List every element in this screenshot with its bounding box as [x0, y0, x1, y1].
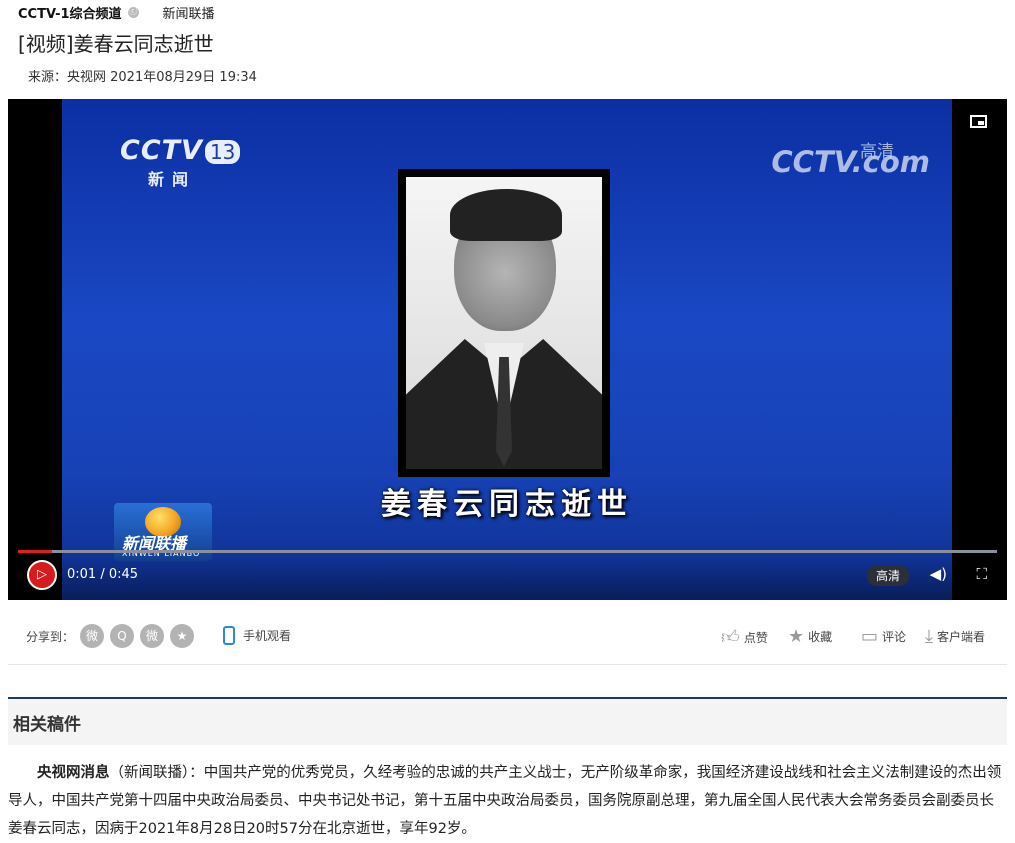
weibo-icon[interactable]: 微 — [80, 624, 104, 648]
like-button[interactable]: 👍︎ 点赞 — [721, 626, 768, 648]
share-bar: 分享到： 微 Q 微 ★ 手机观看 👍︎ 点赞 ★ 收藏 ▭ 评论 ⤓ 客户端看 — [8, 616, 1007, 656]
video-frame[interactable]: CCTV 13 新闻 高清 CCTV.com 姜春云同志逝世 新闻联播 XINWE… — [62, 99, 952, 600]
client-watch-label: 客户端看 — [936, 630, 985, 644]
wechat-icon[interactable]: 微 — [140, 624, 164, 648]
comment-button[interactable]: ▭ 评论 — [861, 626, 906, 647]
client-watch-button[interactable]: ⤓ 客户端看 — [925, 626, 985, 647]
progress-fill — [18, 550, 53, 553]
play-icon[interactable]: ▷ — [27, 560, 57, 590]
time-display: 0:01 / 0:45 — [67, 567, 139, 582]
thumbs-up-icon: 👍︎ — [721, 627, 740, 648]
like-label: 点赞 — [743, 630, 768, 645]
cctv13-logo: CCTV 13 新闻 — [120, 135, 241, 190]
progress-bar[interactable] — [18, 550, 997, 553]
portrait-photo — [406, 177, 602, 469]
fullscreen-icon[interactable]: ⛶ — [976, 565, 987, 583]
article-lead-text: （新闻联播）：中国共产党的优秀党员，久经考验的忠诚的共产主义战士，无产阶级革命家… — [8, 765, 1002, 837]
player-controls: ▷ 0:01 / 0:45 高清 ◀) ⛶ — [8, 555, 1007, 600]
comment-icon: ▭ — [861, 626, 879, 647]
mobile-watch-button[interactable]: 手机观看 — [223, 626, 291, 645]
star-icon[interactable]: ★ — [170, 624, 194, 648]
program-link[interactable]: 新闻联播 — [163, 3, 215, 22]
related-section: 相关稿件 — [8, 697, 1007, 745]
article-source: 来源：央视网 2021年08月29日 19:34 — [28, 70, 257, 85]
quality-button[interactable]: 高清 — [866, 565, 909, 586]
download-icon: ⤓ — [925, 626, 933, 647]
favorite-label: 收藏 — [808, 630, 833, 644]
page-title: [视频]姜春云同志逝世 — [18, 32, 214, 56]
portrait-frame — [398, 169, 610, 477]
favorite-button[interactable]: ★ 收藏 — [788, 626, 832, 647]
article-body: 央视网消息（新闻联播）：中国共产党的优秀党员，久经考验的忠诚的共产主义战士，无产… — [8, 759, 1008, 843]
related-title: 相关稿件 — [13, 715, 81, 735]
related-header: 相关稿件 — [8, 697, 1007, 745]
channel-info-icon[interactable]: ⓒ — [127, 6, 139, 18]
divider — [8, 664, 1007, 665]
picture-in-picture-icon[interactable] — [970, 115, 987, 128]
phone-icon — [223, 626, 235, 645]
comment-label: 评论 — [882, 630, 907, 644]
channel-link[interactable]: CCTV-1综合频道 — [18, 3, 122, 22]
top-bar: CCTV-1综合频道 ⓒ 新闻联播 — [18, 3, 215, 22]
cctvcom-watermark: CCTV.com — [771, 145, 930, 179]
star-outline-icon: ★ — [788, 626, 805, 647]
qq-icon[interactable]: Q — [110, 624, 134, 648]
article-lead-bold: 央视网消息 — [37, 765, 110, 781]
mobile-watch-label: 手机观看 — [243, 629, 292, 643]
video-player[interactable]: CCTV 13 新闻 高清 CCTV.com 姜春云同志逝世 新闻联播 XINWE… — [8, 99, 1007, 600]
volume-icon[interactable]: ◀) — [930, 565, 947, 583]
share-label: 分享到： — [26, 630, 75, 644]
